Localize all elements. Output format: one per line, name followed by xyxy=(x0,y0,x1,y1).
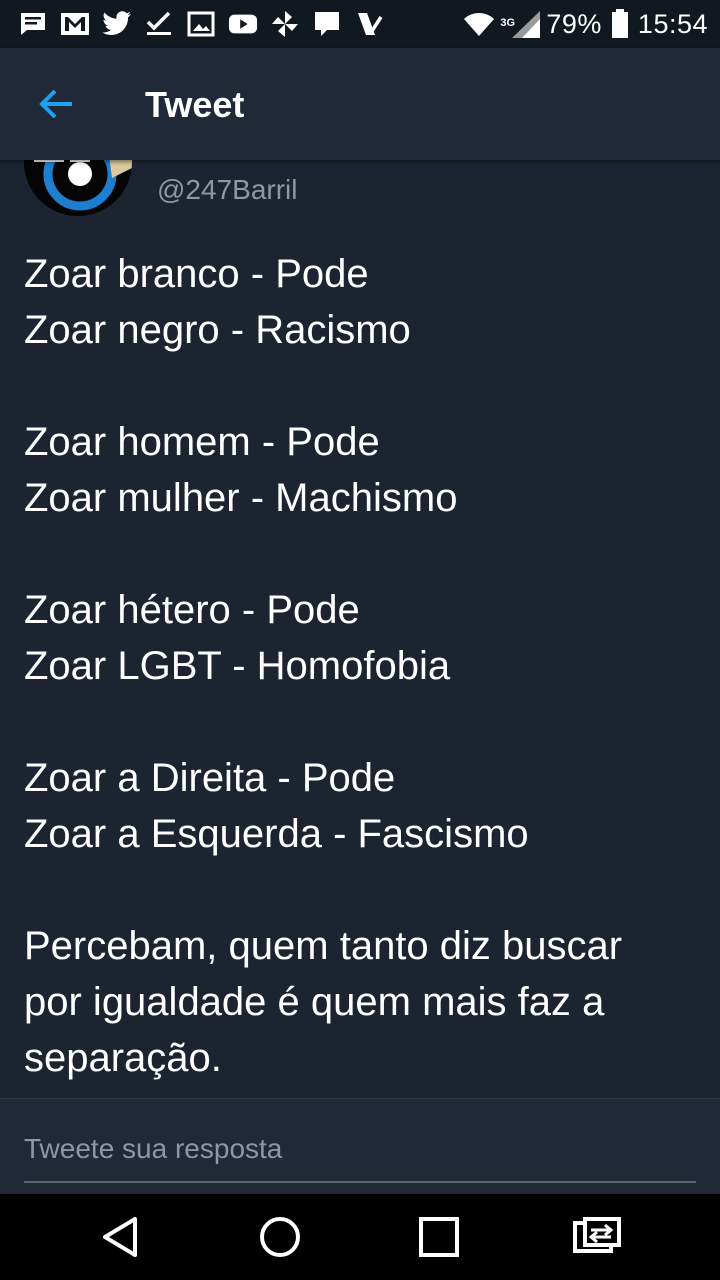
signal-icon xyxy=(512,11,541,38)
cell-signal: 3G xyxy=(500,9,541,39)
check-icon xyxy=(144,9,174,39)
arrow-left-icon xyxy=(39,89,72,119)
chat-bubble-icon xyxy=(312,9,342,39)
clock: 15:54 xyxy=(637,8,708,39)
message-icon xyxy=(18,9,48,39)
tweet-line: Zoar hétero - Pode xyxy=(24,588,360,632)
tweet-line: Zoar LGBT - Homofobia xyxy=(24,644,451,688)
tweet-line: Zoar branco - Pode xyxy=(24,252,369,296)
tweet-line: Zoar mulher - Machismo xyxy=(24,476,458,520)
nav-switch-button[interactable] xyxy=(572,1212,622,1262)
reply-bar: Tweete sua resposta xyxy=(0,1098,720,1195)
tweet-line: Zoar a Direita - Pode xyxy=(24,756,396,800)
tweet-line: Zoar a Esquerda - Fascismo xyxy=(24,812,529,856)
tweet-text: Zoar branco - Pode Zoar negro - Racismo … xyxy=(24,246,704,1086)
nav-home-button[interactable] xyxy=(255,1212,305,1262)
tweet-line-gap xyxy=(24,358,704,414)
battery-icon xyxy=(610,9,630,39)
nav-recents-button[interactable] xyxy=(414,1212,464,1262)
tweet-line: Zoar homem - Pode xyxy=(24,420,380,464)
square-recents-icon xyxy=(419,1217,459,1257)
notification-icons xyxy=(0,9,384,39)
system-nav-bar xyxy=(0,1194,720,1280)
gmail-icon xyxy=(60,9,90,39)
user-handle[interactable]: @247Barril xyxy=(157,174,297,206)
tweet-line: Percebam, quem tanto diz buscar xyxy=(24,924,623,968)
twitter-icon xyxy=(102,9,132,39)
circle-home-icon xyxy=(260,1217,300,1257)
reply-input[interactable]: Tweete sua resposta xyxy=(24,1129,696,1183)
battery-percent: 79% xyxy=(546,8,602,39)
triangle-back-icon xyxy=(103,1217,137,1257)
tweet-line-gap xyxy=(24,862,704,918)
app-bar: Tweet xyxy=(0,48,720,160)
tweet-line: separação. xyxy=(24,1036,222,1080)
tweet-line: Zoar negro - Racismo xyxy=(24,308,411,352)
page-title: Tweet xyxy=(145,84,245,125)
tweet-line: por igualdade é quem mais faz a xyxy=(24,980,605,1024)
swap-apps-icon xyxy=(573,1217,621,1253)
back-button[interactable] xyxy=(32,82,80,126)
youtube-icon xyxy=(228,9,258,39)
wifi-icon xyxy=(462,9,496,39)
status-right: 3G 79% 15:54 xyxy=(462,0,708,48)
task-check-icon xyxy=(354,9,384,39)
tweet-line-gap xyxy=(24,526,704,582)
tweet-line-gap xyxy=(24,694,704,750)
image-icon xyxy=(186,9,216,39)
pinwheel-icon xyxy=(270,9,300,39)
status-bar: 3G 79% 15:54 xyxy=(0,0,720,48)
tweet-detail: @247Barril Zoar branco - Pode Zoar negro… xyxy=(0,160,720,1098)
nav-back-button[interactable] xyxy=(96,1212,146,1262)
avatar[interactable] xyxy=(24,160,132,216)
